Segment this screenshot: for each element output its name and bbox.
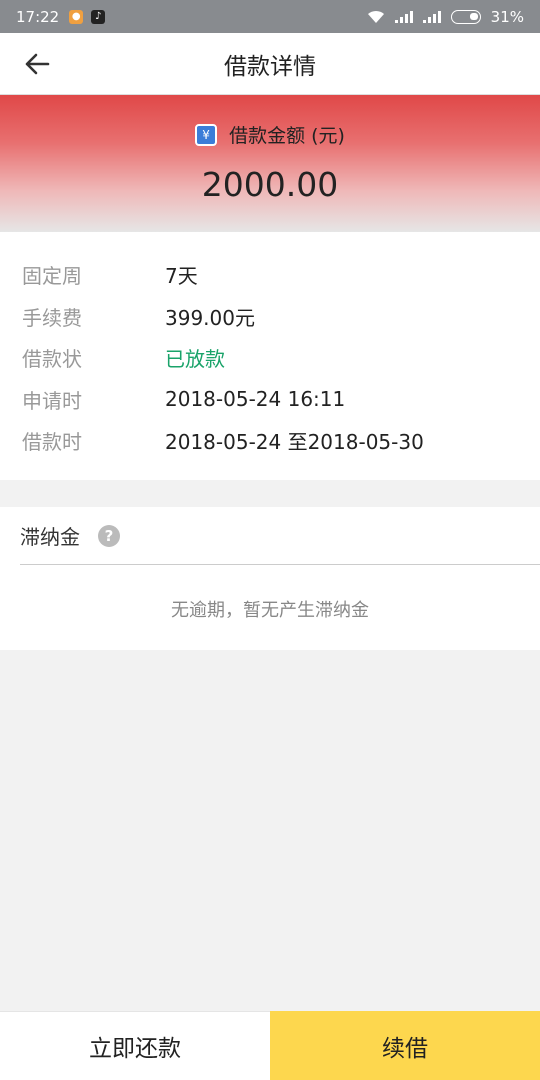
renew-loan-button[interactable]: 续借 xyxy=(270,1011,540,1080)
amount-label-row: ¥ 借款金额 (元) xyxy=(0,121,540,148)
detail-row-loan-time: 借款时 2018-05-24 至2018-05-30 xyxy=(22,420,540,462)
status-right: 31% xyxy=(367,8,524,26)
detail-key: 固定周 xyxy=(22,264,82,289)
battery-level: 31% xyxy=(490,7,524,26)
detail-value: 2018-05-24 至2018-05-30 xyxy=(165,430,424,455)
loan-amount: 2000.00 xyxy=(201,165,339,204)
loan-status-value: 已放款 xyxy=(165,347,225,372)
late-fee-note: 无逾期，暂无产生滞纳金 xyxy=(171,600,369,621)
arrow-left-icon xyxy=(25,53,50,75)
detail-row-period: 固定周 7天 xyxy=(22,254,540,296)
detail-value: 399.00元 xyxy=(165,305,255,330)
back-button[interactable] xyxy=(22,49,52,79)
bottom-action-bar: 立即还款 续借 xyxy=(0,1011,540,1080)
yen-icon: ¥ xyxy=(195,123,218,146)
late-fee-header: 滞纳金 ? xyxy=(20,507,540,565)
detail-key: 借款时 xyxy=(22,430,82,455)
loan-amount-banner: ¥ 借款金额 (元) 2000.00 xyxy=(0,95,540,232)
tiktok-icon: ♪ xyxy=(91,9,106,24)
wifi-icon xyxy=(367,10,384,23)
loan-details: 固定周 7天 手续费 399.00元 借款状 已放款 申请时 2018-05-2… xyxy=(0,232,540,480)
late-fee-title: 滞纳金 xyxy=(20,525,80,549)
signal-icon-2 xyxy=(422,10,441,23)
detail-value: 2018-05-24 16:11 xyxy=(165,387,346,412)
page-title: 借款详情 xyxy=(224,53,316,80)
top-nav-bar: 借款详情 xyxy=(0,33,540,95)
detail-key: 借款状 xyxy=(22,347,82,372)
detail-row-fee: 手续费 399.00元 xyxy=(22,296,540,338)
status-time: 17:22 xyxy=(16,7,60,26)
weibo-icon: ● xyxy=(69,9,84,24)
detail-row-apply-time: 申请时 2018-05-24 16:11 xyxy=(22,379,540,421)
status-bar: 17:22 ● ♪ 31% xyxy=(0,0,540,33)
detail-key: 手续费 xyxy=(22,305,82,330)
detail-row-status: 借款状 已放款 xyxy=(22,337,540,379)
late-fee-section: 滞纳金 ? 无逾期，暂无产生滞纳金 xyxy=(0,507,540,650)
detail-key: 申请时 xyxy=(22,388,82,413)
help-icon[interactable]: ? xyxy=(98,524,120,547)
signal-icon xyxy=(394,10,413,23)
detail-value: 7天 xyxy=(165,264,198,289)
repay-now-button[interactable]: 立即还款 xyxy=(0,1011,270,1080)
amount-label: 借款金额 (元) xyxy=(229,125,345,147)
battery-icon xyxy=(450,9,481,24)
